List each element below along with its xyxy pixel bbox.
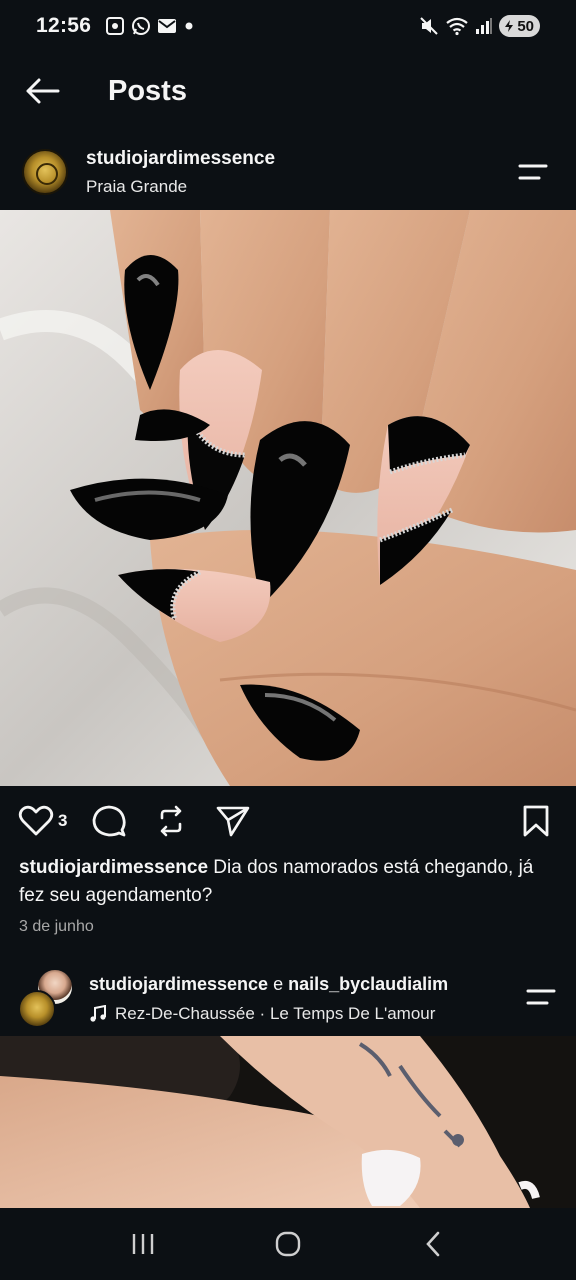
caption-username[interactable]: studiojardimessence: [19, 857, 208, 878]
screenshot-icon: [106, 17, 125, 35]
send-icon: [217, 806, 250, 837]
next-post-header: studiojardimessence e nails_byclaudialim…: [0, 962, 576, 1036]
more-options-icon: [526, 989, 556, 1005]
status-time: 12:56: [36, 14, 92, 37]
nav-back-button[interactable]: [403, 1214, 463, 1274]
collab-avatars[interactable]: [16, 968, 80, 1028]
repost-icon: [161, 805, 182, 837]
more-options-button[interactable]: [516, 157, 550, 187]
music-info[interactable]: Rez-De-Chaussée · Le Temps De L'amour: [89, 1004, 435, 1024]
share-button[interactable]: [213, 798, 253, 844]
home-icon: [275, 1231, 301, 1257]
status-bar: 12:56 50: [0, 0, 576, 52]
heart-icon: [18, 805, 54, 836]
comment-button[interactable]: [89, 798, 129, 844]
avatar[interactable]: [22, 149, 68, 195]
whatsapp-icon: [132, 17, 151, 35]
collab-usernames: studiojardimessence e nails_byclaudialim: [89, 974, 448, 995]
top-app-bar: Posts: [0, 60, 576, 122]
like-count[interactable]: 3: [58, 811, 67, 831]
collab-user-1[interactable]: studiojardimessence: [89, 974, 268, 994]
wifi-icon: [446, 17, 468, 36]
system-icons: 50: [419, 15, 540, 37]
more-options-icon: [518, 164, 548, 180]
collab-joiner: e: [268, 974, 289, 994]
mail-icon: [158, 19, 177, 33]
like-button[interactable]: [16, 798, 56, 844]
post-location[interactable]: Praia Grande: [86, 177, 275, 197]
collab-user-2[interactable]: nails_byclaudialim: [288, 974, 448, 994]
post-username[interactable]: studiojardimessence: [86, 148, 275, 170]
next-post-image[interactable]: [0, 1036, 576, 1208]
save-button[interactable]: [516, 798, 556, 844]
post-image[interactable]: [0, 210, 576, 786]
mute-icon: [420, 17, 439, 35]
music-title: Rez-De-Chaussée · Le Temps De L'amour: [115, 1004, 436, 1023]
back-button[interactable]: [0, 60, 84, 122]
post-date: 3 de junho: [19, 918, 94, 935]
page-title: Posts: [108, 74, 187, 107]
post-caption: studiojardimessence Dia dos namorados es…: [19, 854, 559, 910]
home-button[interactable]: [258, 1214, 318, 1274]
comment-icon: [93, 805, 127, 837]
recent-apps-button[interactable]: [113, 1214, 173, 1274]
signal-icon: [476, 18, 493, 34]
arrow-left-icon: [26, 78, 60, 104]
chevron-left-icon: [426, 1231, 440, 1257]
battery-icon: 50: [499, 15, 540, 37]
music-note-icon: [90, 1005, 106, 1022]
dot-icon: [185, 22, 193, 30]
post-actions: 3: [0, 798, 576, 844]
foot-photo: [0, 1036, 576, 1208]
more-options-button[interactable]: [524, 982, 558, 1012]
notification-icons: [105, 16, 195, 36]
post-header: studiojardimessence Praia Grande: [0, 136, 576, 208]
system-nav-bar: [0, 1208, 576, 1280]
bookmark-icon: [523, 805, 549, 837]
avatar: [18, 990, 56, 1028]
nails-photo: [0, 210, 576, 786]
post-user-info: studiojardimessence Praia Grande: [86, 148, 275, 197]
repost-button[interactable]: [151, 798, 191, 844]
recents-icon: [132, 1234, 153, 1254]
battery-level: 50: [517, 17, 534, 35]
